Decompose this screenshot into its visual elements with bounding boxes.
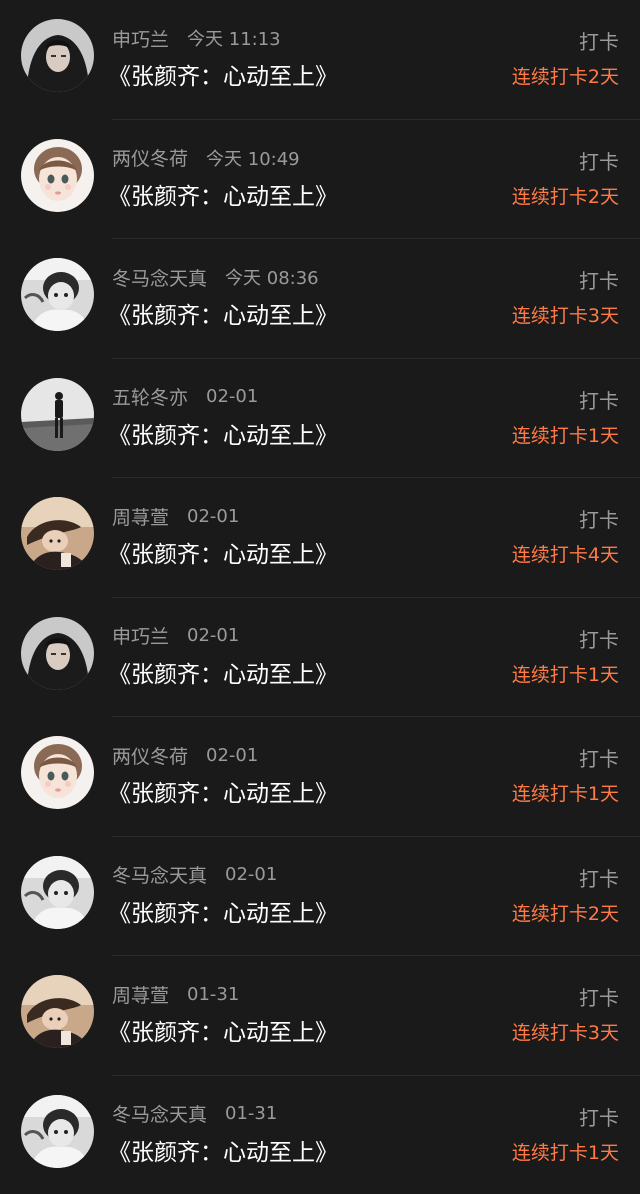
avatar[interactable] (21, 1094, 94, 1168)
book-title[interactable]: 《张颜齐：心动至上》 (108, 57, 338, 91)
username[interactable]: 冬马念天真 (112, 1100, 207, 1127)
timestamp: 02-01 (206, 744, 259, 766)
avatar[interactable] (21, 975, 94, 1048)
timestamp: 02-01 (187, 625, 240, 646)
checkin-label: 打卡 (579, 388, 619, 413)
entry-meta: 周荨萱 01-31 (112, 980, 239, 1008)
entry-meta: 申巧兰 02-01 (112, 622, 239, 650)
list-item[interactable]: 两仪冬荷 02-01 《张颜齐：心动至上》 打卡连续打卡1天 (0, 717, 640, 837)
timestamp: 02-01 (187, 505, 240, 527)
avatar[interactable] (21, 497, 94, 570)
list-item[interactable]: 周荨萱 01-31 《张颜齐：心动至上》 打卡连续打卡3天 (0, 956, 640, 1076)
list-item[interactable]: 申巧兰 02-01 《张颜齐：心动至上》 打卡连续打卡1天 (0, 598, 640, 718)
avatar[interactable] (21, 138, 94, 212)
streak-label: 连续打卡2天 (511, 902, 619, 925)
streak-label: 连续打卡1天 (511, 424, 619, 447)
streak-label: 连续打卡2天 (511, 66, 619, 88)
entry-meta: 两仪冬荷 02-01 (112, 741, 258, 769)
streak-label: 连续打卡2天 (511, 185, 619, 208)
streak-label: 连续打卡1天 (511, 783, 619, 805)
checkin-list: 申巧兰 今天 11:13 《张颜齐：心动至上》 打卡 连续打卡2天 两仪冬荷 今天 10:… (0, 0, 640, 1194)
streak-label: 连续打卡1天 (511, 663, 619, 686)
book-title[interactable]: 《张颜齐：心动至上》 (108, 296, 338, 330)
timestamp: 02-01 (225, 864, 278, 885)
timestamp: 01-31 (187, 983, 240, 1005)
checkin-label: 打卡 (579, 866, 619, 891)
checkin-label: 打卡 (579, 269, 619, 293)
avatar[interactable] (21, 19, 94, 92)
checkin-label: 打卡 (579, 149, 619, 174)
book-title[interactable]: 《张颜齐：心动至上》 (108, 535, 338, 569)
username[interactable]: 两仪冬荷 (112, 144, 188, 171)
entry-meta: 冬马念天真 02-01 (112, 861, 277, 889)
checkin-label: 打卡 (579, 627, 619, 652)
username[interactable]: 周荨萱 (112, 981, 169, 1008)
book-title[interactable]: 《张颜齐：心动至上》 (108, 655, 338, 689)
book-title[interactable]: 《张颜齐：心动至上》 (108, 177, 338, 211)
username[interactable]: 申巧兰 (112, 25, 169, 52)
book-title[interactable]: 《张颜齐：心动至上》 (108, 1013, 338, 1047)
avatar[interactable] (21, 616, 94, 690)
username[interactable]: 两仪冬荷 (112, 742, 188, 769)
checkin-label: 打卡 (579, 986, 619, 1010)
avatar[interactable] (21, 736, 94, 809)
timestamp: 02-01 (206, 386, 259, 407)
username[interactable]: 申巧兰 (112, 622, 169, 649)
timestamp: 01-31 (225, 1103, 278, 1124)
entry-meta: 冬马念天真 今天 08:36 (112, 263, 319, 291)
list-item[interactable]: 两仪冬荷 今天 10:49 《张颜齐：心动至上》 打卡连续打卡2天 (0, 120, 640, 240)
list-item[interactable]: 周荨萱 02-01 《张颜齐：心动至上》 打卡连续打卡4天 (0, 478, 640, 598)
username[interactable]: 周荨萱 (112, 503, 169, 530)
book-title[interactable]: 《张颜齐：心动至上》 (108, 1133, 338, 1167)
list-item[interactable]: 冬马念天真 今天 08:36 《张颜齐：心动至上》 打卡连续打卡3天 (0, 239, 640, 359)
timestamp: 今天 08:36 (225, 268, 319, 289)
list-item[interactable]: 申巧兰 今天 11:13 《张颜齐：心动至上》 打卡连续打卡2天 (0, 0, 640, 120)
checkin-label: 打卡 (579, 508, 619, 532)
list-item[interactable]: 五轮冬亦 02-01 《张颜齐：心动至上》 打卡连续打卡1天 (0, 359, 640, 479)
list-item[interactable]: 冬马念天真 01-31 《张颜齐：心动至上》 打卡连续打卡1天 (0, 1076, 640, 1194)
timestamp: 今天 11:13 (187, 29, 281, 50)
checkin-label: 打卡 (579, 30, 619, 54)
avatar[interactable] (21, 258, 94, 331)
entry-meta: 五轮冬亦 02-01 (112, 383, 258, 411)
streak-label: 连续打卡1天 (511, 1141, 619, 1164)
username[interactable]: 五轮冬亦 (112, 383, 188, 410)
streak-label: 连续打卡4天 (511, 544, 619, 566)
entry-meta: 申巧兰 今天 11:13 (112, 24, 281, 52)
username[interactable]: 冬马念天真 (112, 264, 207, 291)
list-item[interactable]: 冬马念天真 02-01 《张颜齐：心动至上》 打卡连续打卡2天 (0, 837, 640, 957)
checkin-label: 打卡 (579, 747, 619, 771)
entry-meta: 冬马念天真 01-31 (112, 1100, 277, 1128)
book-title[interactable]: 《张颜齐：心动至上》 (108, 774, 338, 808)
book-title[interactable]: 《张颜齐：心动至上》 (108, 416, 338, 450)
streak-label: 连续打卡3天 (511, 305, 619, 327)
streak-label: 连续打卡3天 (511, 1022, 619, 1044)
avatar[interactable] (21, 377, 94, 451)
checkin-label: 打卡 (579, 1105, 619, 1130)
book-title[interactable]: 《张颜齐：心动至上》 (108, 894, 338, 928)
username[interactable]: 冬马念天真 (112, 861, 207, 888)
avatar[interactable] (21, 855, 94, 929)
entry-meta: 两仪冬荷 今天 10:49 (112, 144, 300, 172)
timestamp: 今天 10:49 (206, 148, 300, 170)
entry-meta: 周荨萱 02-01 (112, 502, 239, 530)
